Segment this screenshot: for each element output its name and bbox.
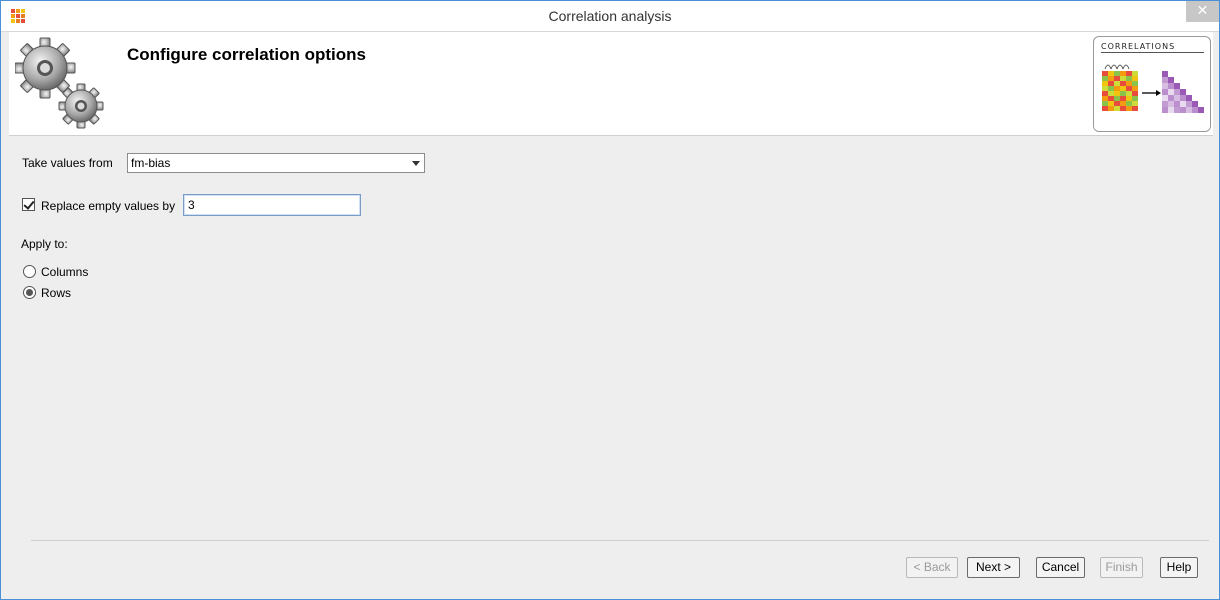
columns-radio[interactable] — [23, 265, 36, 278]
replace-empty-checkbox[interactable] — [22, 198, 35, 211]
rows-radio-label[interactable]: Rows — [41, 286, 71, 300]
next-button[interactable]: Next > — [967, 557, 1020, 578]
wizard-header: Configure correlation options CORRELATIO… — [9, 32, 1213, 136]
columns-radio-label[interactable]: Columns — [41, 265, 88, 279]
apply-to-label: Apply to: — [21, 237, 68, 251]
values-source-value: fm-bias — [131, 156, 171, 170]
correlations-preview-image: CORRELATIONS — [1093, 36, 1211, 132]
gears-icon — [15, 37, 104, 129]
replace-empty-label[interactable]: Replace empty values by — [41, 199, 175, 213]
preview-divider — [1101, 52, 1204, 53]
cancel-button[interactable]: Cancel — [1036, 557, 1085, 578]
dropdown-arrow-icon[interactable] — [412, 161, 420, 166]
window-title: Correlation analysis — [548, 8, 672, 24]
back-button[interactable]: < Back — [906, 557, 958, 578]
close-button[interactable]: ✕ — [1186, 1, 1219, 22]
preview-caption: CORRELATIONS — [1101, 42, 1176, 51]
page-title: Configure correlation options — [127, 45, 366, 64]
rows-radio[interactable] — [23, 286, 36, 299]
finish-button[interactable]: Finish — [1100, 557, 1143, 578]
footer-divider — [31, 540, 1209, 541]
dialog-window: Correlation analysis ✕ Configure correla… — [0, 0, 1220, 600]
options-panel: Take values from fm-bias Replace empty v… — [9, 137, 1213, 537]
take-values-label: Take values from — [22, 156, 113, 170]
heatmap-to-matrix-icon — [1102, 64, 1204, 113]
replace-value-text: 3 — [188, 198, 195, 212]
title-bar[interactable]: Correlation analysis ✕ — [1, 1, 1219, 32]
help-button[interactable]: Help — [1160, 557, 1198, 578]
values-source-select[interactable]: fm-bias — [127, 153, 425, 173]
replace-value-input[interactable]: 3 — [183, 194, 361, 216]
